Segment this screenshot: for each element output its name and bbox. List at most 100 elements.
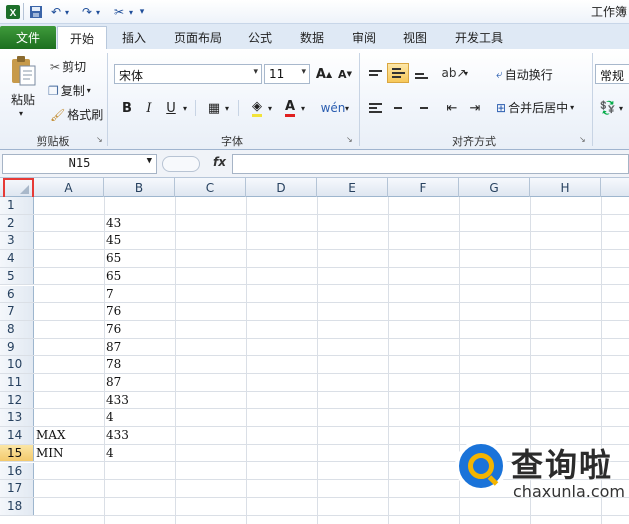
cell-a[interactable] — [34, 392, 104, 409]
align-bottom-icon[interactable] — [410, 63, 432, 83]
cell-b[interactable]: 65 — [104, 250, 175, 267]
italic-button[interactable]: I — [138, 98, 160, 118]
cell-a[interactable] — [34, 339, 104, 356]
currency-dropdown-icon[interactable]: ▾ — [616, 98, 626, 118]
align-middle-icon[interactable] — [387, 63, 409, 83]
cell-b[interactable]: 433 — [104, 392, 175, 409]
font-size-select[interactable]: 11 ▾ — [264, 64, 310, 84]
grow-font-button[interactable]: A ▲ — [313, 64, 335, 84]
cell-b[interactable]: 87 — [104, 374, 175, 391]
cell-b[interactable]: 433 — [104, 427, 175, 444]
column-header-a[interactable]: A — [34, 178, 104, 197]
paste-button[interactable]: 粘贴 — [11, 91, 35, 108]
tab-page-layout[interactable]: 页面布局 — [163, 26, 233, 49]
paste-dropdown-icon[interactable]: ▾ — [19, 109, 23, 118]
cell-a[interactable]: MAX — [34, 427, 104, 444]
cell-a[interactable] — [34, 215, 104, 232]
tab-data[interactable]: 数据 — [290, 26, 334, 49]
customize-qat-icon[interactable]: ▾ — [137, 3, 147, 21]
cell-a[interactable] — [34, 480, 104, 497]
cell-a[interactable] — [34, 303, 104, 320]
column-header-d[interactable]: D — [246, 178, 317, 197]
cell-b[interactable]: 87 — [104, 339, 175, 356]
font-color-dropdown-icon[interactable]: ▾ — [298, 98, 308, 118]
excel-logo-icon[interactable]: X — [4, 3, 22, 21]
phonetic-dropdown-icon[interactable]: ▾ — [342, 98, 352, 118]
cell-b[interactable]: 43 — [104, 215, 175, 232]
cell-b[interactable]: 76 — [104, 303, 175, 320]
cell-b[interactable]: 4 — [104, 445, 175, 462]
cell-b[interactable]: 45 — [104, 232, 175, 249]
tools-dropdown-icon[interactable]: ▾ — [126, 3, 136, 21]
cell-a[interactable] — [34, 356, 104, 373]
wrap-text-button[interactable]: ⤶ 自动换行 — [496, 66, 553, 83]
formula-input[interactable] — [232, 154, 629, 174]
shrink-font-button[interactable]: A ▼ — [334, 64, 356, 84]
cell-b[interactable]: 76 — [104, 321, 175, 338]
phonetic-icon[interactable]: wén — [321, 98, 346, 118]
increase-indent-icon[interactable]: ⇥ — [464, 98, 486, 118]
tab-home[interactable]: 开始 — [57, 26, 107, 49]
borders-dropdown-icon[interactable]: ▾ — [222, 98, 232, 118]
font-launcher-icon[interactable]: ↘ — [346, 135, 353, 144]
row-header[interactable]: 13 — [0, 409, 34, 427]
format-painter-button[interactable]: 🖌 格式刷 — [50, 106, 103, 123]
save-icon[interactable] — [27, 3, 45, 21]
bold-button[interactable]: B — [116, 98, 138, 118]
cell-b[interactable]: 65 — [104, 268, 175, 285]
row-header[interactable]: 2 — [0, 214, 34, 232]
paste-icon[interactable] — [8, 55, 38, 87]
cell-b[interactable]: 4 — [104, 409, 175, 426]
cell-a[interactable]: MIN — [34, 445, 104, 462]
tab-developer[interactable]: 开发工具 — [446, 26, 512, 49]
cell-b[interactable] — [104, 480, 175, 497]
row-header-selected[interactable]: 15 — [0, 444, 34, 462]
row-header[interactable]: 16 — [0, 462, 34, 480]
font-name-select[interactable]: 宋体 ▾ — [114, 64, 262, 84]
cell-a[interactable] — [34, 197, 104, 214]
cell-a[interactable] — [34, 498, 104, 515]
row-header[interactable]: 6 — [0, 285, 34, 303]
underline-dropdown-icon[interactable]: ▾ — [180, 98, 190, 118]
column-header-c[interactable]: C — [175, 178, 246, 197]
row-header[interactable]: 7 — [0, 303, 34, 320]
decrease-indent-icon[interactable]: ⇤ — [441, 98, 463, 118]
tab-insert[interactable]: 插入 — [112, 26, 156, 49]
cell-b[interactable]: 7 — [104, 286, 175, 303]
insert-function-button[interactable]: fx — [213, 155, 226, 169]
cell-a[interactable] — [34, 463, 104, 480]
tab-file[interactable]: 文件 — [0, 26, 56, 49]
cell-b[interactable] — [104, 463, 175, 480]
align-left-icon[interactable] — [364, 98, 386, 118]
row-header[interactable]: 14 — [0, 427, 34, 444]
row-header[interactable]: 4 — [0, 250, 34, 267]
column-header-b[interactable]: B — [104, 178, 175, 197]
row-header[interactable]: 12 — [0, 391, 34, 409]
row-header[interactable]: 9 — [0, 338, 34, 356]
row-header[interactable]: 5 — [0, 267, 34, 285]
copy-button[interactable]: ❐ 复制 ▾ — [48, 82, 91, 99]
undo-dropdown-icon[interactable]: ▾ — [62, 3, 72, 21]
row-header[interactable]: 3 — [0, 232, 34, 250]
cell-a[interactable] — [34, 232, 104, 249]
tab-formulas[interactable]: 公式 — [238, 26, 282, 49]
row-header[interactable]: 1 — [0, 197, 34, 214]
row-header[interactable]: 10 — [0, 356, 34, 373]
cell-a[interactable] — [34, 286, 104, 303]
column-header-e[interactable]: E — [317, 178, 388, 197]
tab-view[interactable]: 视图 — [393, 26, 437, 49]
align-center-icon[interactable] — [387, 98, 409, 118]
cell-b[interactable] — [104, 498, 175, 515]
merge-center-button[interactable]: ⊞ 合并后居中 ▾ — [496, 99, 574, 116]
redo-dropdown-icon[interactable]: ▾ — [93, 3, 103, 21]
number-format-select[interactable]: 常规 — [595, 64, 629, 84]
cell-b[interactable]: 78 — [104, 356, 175, 373]
alignment-launcher-icon[interactable]: ↘ — [579, 135, 586, 144]
row-header[interactable]: 18 — [0, 497, 34, 515]
cell-a[interactable] — [34, 374, 104, 391]
cell-a[interactable] — [34, 268, 104, 285]
row-header[interactable]: 8 — [0, 320, 34, 338]
column-header-partial[interactable] — [601, 178, 629, 197]
align-right-icon[interactable] — [410, 98, 432, 118]
cell-a[interactable] — [34, 321, 104, 338]
